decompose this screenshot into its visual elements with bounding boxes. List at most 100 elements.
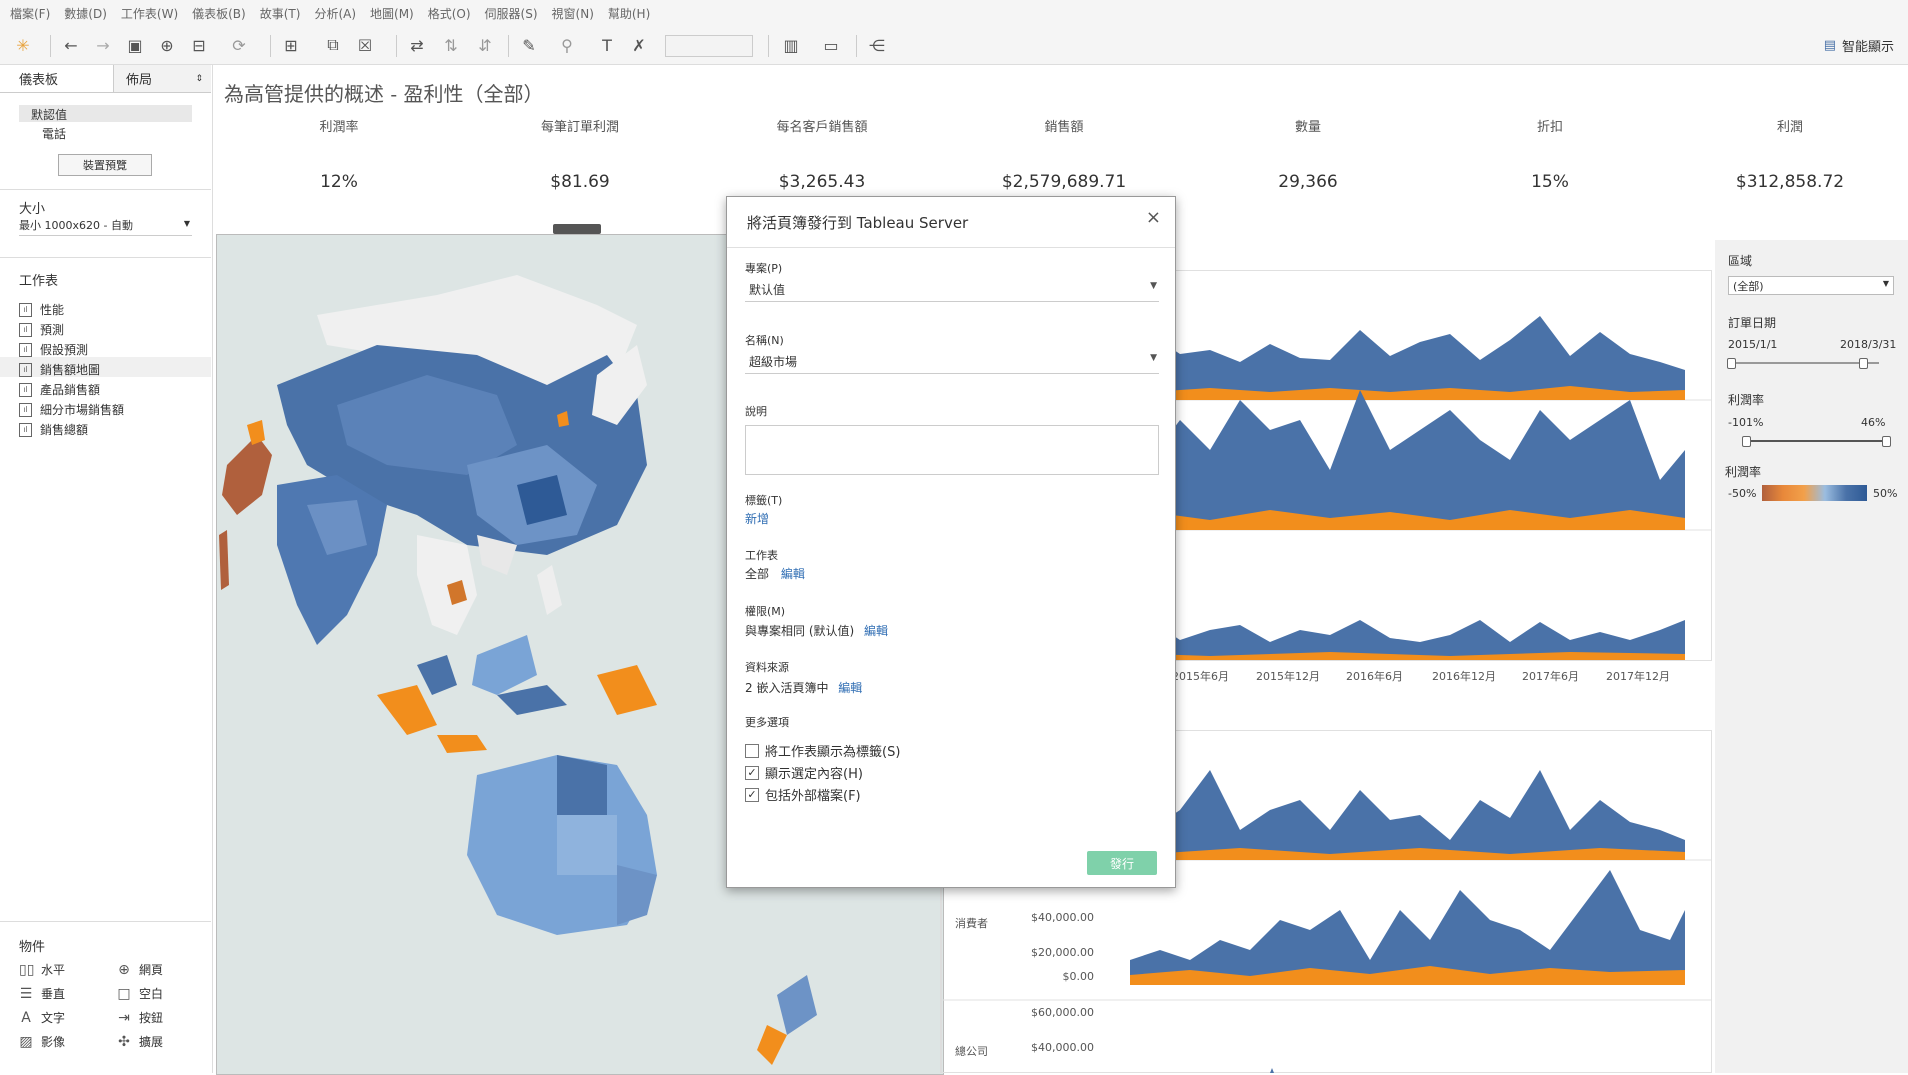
edit-sheets-link[interactable]: 編輯 — [781, 567, 805, 581]
size-title: 大小 — [19, 202, 46, 217]
save-icon[interactable]: ▣ — [124, 34, 146, 56]
presentation-icon[interactable]: ▭ — [820, 34, 842, 56]
sheet-item[interactable]: ıl 銷售額地圖 — [19, 361, 100, 378]
button-icon: ⇥ — [118, 1009, 130, 1026]
tab-dashboard[interactable]: 儀表板 — [0, 65, 113, 93]
y-tick: $20,000.00 — [1031, 946, 1094, 959]
date-slider[interactable] — [1731, 362, 1879, 364]
permissions-value: 與專案相同 (默认值) 編輯 — [745, 624, 889, 638]
date-slider-handle-end[interactable] — [1859, 358, 1868, 369]
timeline-tick: 2017年6月 — [1522, 670, 1579, 683]
object-webpage[interactable]: ⊕ 網頁 — [117, 961, 163, 978]
sheet-item[interactable]: ıl 性能 — [19, 301, 64, 318]
close-icon[interactable]: × — [1146, 207, 1161, 228]
publish-button[interactable]: 發行 — [1087, 851, 1157, 875]
name-dropdown[interactable]: 超級市場 ▼ — [745, 351, 1159, 374]
sheet-item[interactable]: ıl 銷售總額 — [19, 421, 88, 438]
menu-analysis[interactable]: 分析(A) — [314, 5, 356, 22]
labels-icon[interactable]: T — [596, 34, 618, 56]
redo-icon[interactable]: → — [92, 34, 114, 56]
margin-slider[interactable] — [1746, 440, 1886, 442]
checkbox-unchecked[interactable] — [745, 743, 759, 758]
sheets-value: 全部 編輯 — [745, 567, 805, 581]
timeline-tick: 2015年6月 — [1172, 670, 1229, 683]
y-tick: $0.00 — [1062, 970, 1095, 983]
datasource-value: 2 嵌入活頁簿中 編輯 — [745, 681, 863, 695]
toolbar: ✳ ← → ▣ ⊕ ⊟ ⟳ ⊞ ⧉ ☒ ⇄ ⇅ ⇵ ✎ ⚲ T ✗ ▥ ▭ ⋲ … — [0, 26, 1908, 65]
object-image[interactable]: ▨ 影像 — [19, 1033, 65, 1050]
menu-format[interactable]: 格式(O) — [428, 5, 471, 22]
sheet-item[interactable]: ıl 預測 — [19, 321, 64, 338]
menu-data[interactable]: 數據(D) — [64, 5, 107, 22]
menu-bar: 檔案(F) 數據(D) 工作表(W) 儀表板(B) 故事(T) 分析(A) 地圖… — [0, 0, 1908, 26]
size-dropdown-arrow-icon: ▼ — [183, 219, 190, 228]
description-field[interactable] — [745, 425, 1159, 475]
menu-server[interactable]: 伺服器(S) — [485, 5, 538, 22]
region-dropdown[interactable]: (全部) ▼ — [1728, 276, 1894, 295]
tab-layout[interactable]: 佈局 ⇕ — [113, 65, 211, 93]
object-extension[interactable]: ✣ 擴展 — [117, 1033, 163, 1050]
margin-slider-handle-min[interactable] — [1742, 436, 1751, 447]
sheet-item[interactable]: ıl 假設預測 — [19, 341, 88, 358]
clear-sheet-icon[interactable]: ☒ — [354, 34, 376, 56]
region-filter-title: 區域 — [1728, 254, 1753, 268]
menu-story[interactable]: 故事(T) — [260, 5, 301, 22]
show-cards-icon[interactable]: ▥ — [780, 34, 802, 56]
smart-show-icon: ▤ — [1823, 38, 1836, 53]
add-tag-link[interactable]: 新增 — [745, 510, 769, 527]
object-text[interactable]: A 文字 — [19, 1009, 65, 1026]
sheet-item[interactable]: ıl 產品銷售額 — [19, 381, 100, 398]
duplicate-sheet-icon[interactable]: ⧉ — [322, 34, 344, 56]
checkbox-checked-icon[interactable]: ✓ — [745, 787, 759, 802]
new-sheet-icon[interactable]: ⊞ — [280, 34, 302, 56]
show-sheets-as-tabs-checkbox[interactable]: 將工作表顯示為標籤(S) — [745, 741, 900, 760]
menu-window[interactable]: 視窗(N) — [552, 5, 594, 22]
sort-asc-icon[interactable]: ⇅ — [440, 34, 462, 56]
timeline-tick: 2017年12月 — [1606, 670, 1670, 683]
new-datasource-icon[interactable]: ⊕ — [156, 34, 178, 56]
sheet-icon: ıl — [19, 302, 32, 317]
fix-axes-icon[interactable]: ✗ — [628, 34, 650, 56]
undo-icon[interactable]: ← — [60, 34, 82, 56]
project-dropdown[interactable]: 默认值 ▼ — [745, 279, 1159, 302]
menu-map[interactable]: 地圖(M) — [370, 5, 414, 22]
edit-permissions-link[interactable]: 編輯 — [864, 624, 888, 638]
sort-desc-icon[interactable]: ⇵ — [474, 34, 496, 56]
include-external-files-checkbox[interactable]: ✓ 包括外部檔案(F) — [745, 785, 861, 804]
map-drag-handle[interactable] — [553, 224, 601, 234]
sheets-title: 工作表 — [19, 274, 59, 289]
left-panel: 儀表板 佈局 ⇕ 默認值 電話 裝置預覽 大小 最小 1000x620 - 自動… — [0, 65, 213, 1073]
smart-show-button[interactable]: ▤ 智能顯示 — [1824, 36, 1894, 55]
highlight-icon[interactable]: ✎ — [518, 34, 540, 56]
object-vertical[interactable]: ☰ 垂直 — [19, 985, 65, 1002]
y-tick: $40,000.00 — [1031, 1041, 1094, 1054]
date-start: 2015/1/1 — [1728, 338, 1778, 351]
object-blank[interactable]: □ 空白 — [117, 985, 163, 1002]
device-phone[interactable]: 電話 — [42, 125, 66, 142]
sheet-item[interactable]: ıl 細分市場銷售額 — [19, 401, 124, 418]
group-icon[interactable]: ⚲ — [556, 34, 578, 56]
menu-worksheet[interactable]: 工作表(W) — [121, 5, 178, 22]
device-default[interactable]: 默認值 — [19, 105, 192, 122]
checkbox-checked-icon[interactable]: ✓ — [745, 765, 759, 780]
sheet-icon: ıl — [19, 362, 32, 377]
refresh-icon[interactable]: ⟳ — [228, 34, 250, 56]
menu-file[interactable]: 檔案(F) — [10, 5, 50, 22]
object-horizontal[interactable]: ▯▯ 水平 — [19, 961, 65, 978]
margin-slider-handle-max[interactable] — [1882, 436, 1891, 447]
object-button[interactable]: ⇥ 按鈕 — [117, 1009, 163, 1026]
show-selections-checkbox[interactable]: ✓ 顯示選定內容(H) — [745, 763, 863, 782]
share-icon[interactable]: ⋲ — [866, 34, 888, 56]
filter-panel: 區域 (全部) ▼ 訂單日期 2015/1/1 2018/3/31 利潤率 -1… — [1715, 240, 1908, 1073]
datasource-pause-icon[interactable]: ⊟ — [188, 34, 210, 56]
menu-dashboard[interactable]: 儀表板(B) — [192, 5, 246, 22]
size-dropdown[interactable]: 最小 1000x620 - 自動 ▼ — [19, 217, 192, 236]
edit-datasource-link[interactable]: 編輯 — [838, 681, 862, 695]
tableau-logo-icon[interactable]: ✳ — [12, 34, 34, 56]
swap-icon[interactable]: ⇄ — [406, 34, 428, 56]
date-slider-handle-start[interactable] — [1727, 358, 1736, 369]
fit-dropdown[interactable] — [665, 35, 753, 57]
device-preview-button[interactable]: 裝置預覽 — [58, 154, 152, 176]
project-dropdown-arrow-icon: ▼ — [1150, 281, 1157, 291]
menu-help[interactable]: 幫助(H) — [608, 5, 650, 22]
